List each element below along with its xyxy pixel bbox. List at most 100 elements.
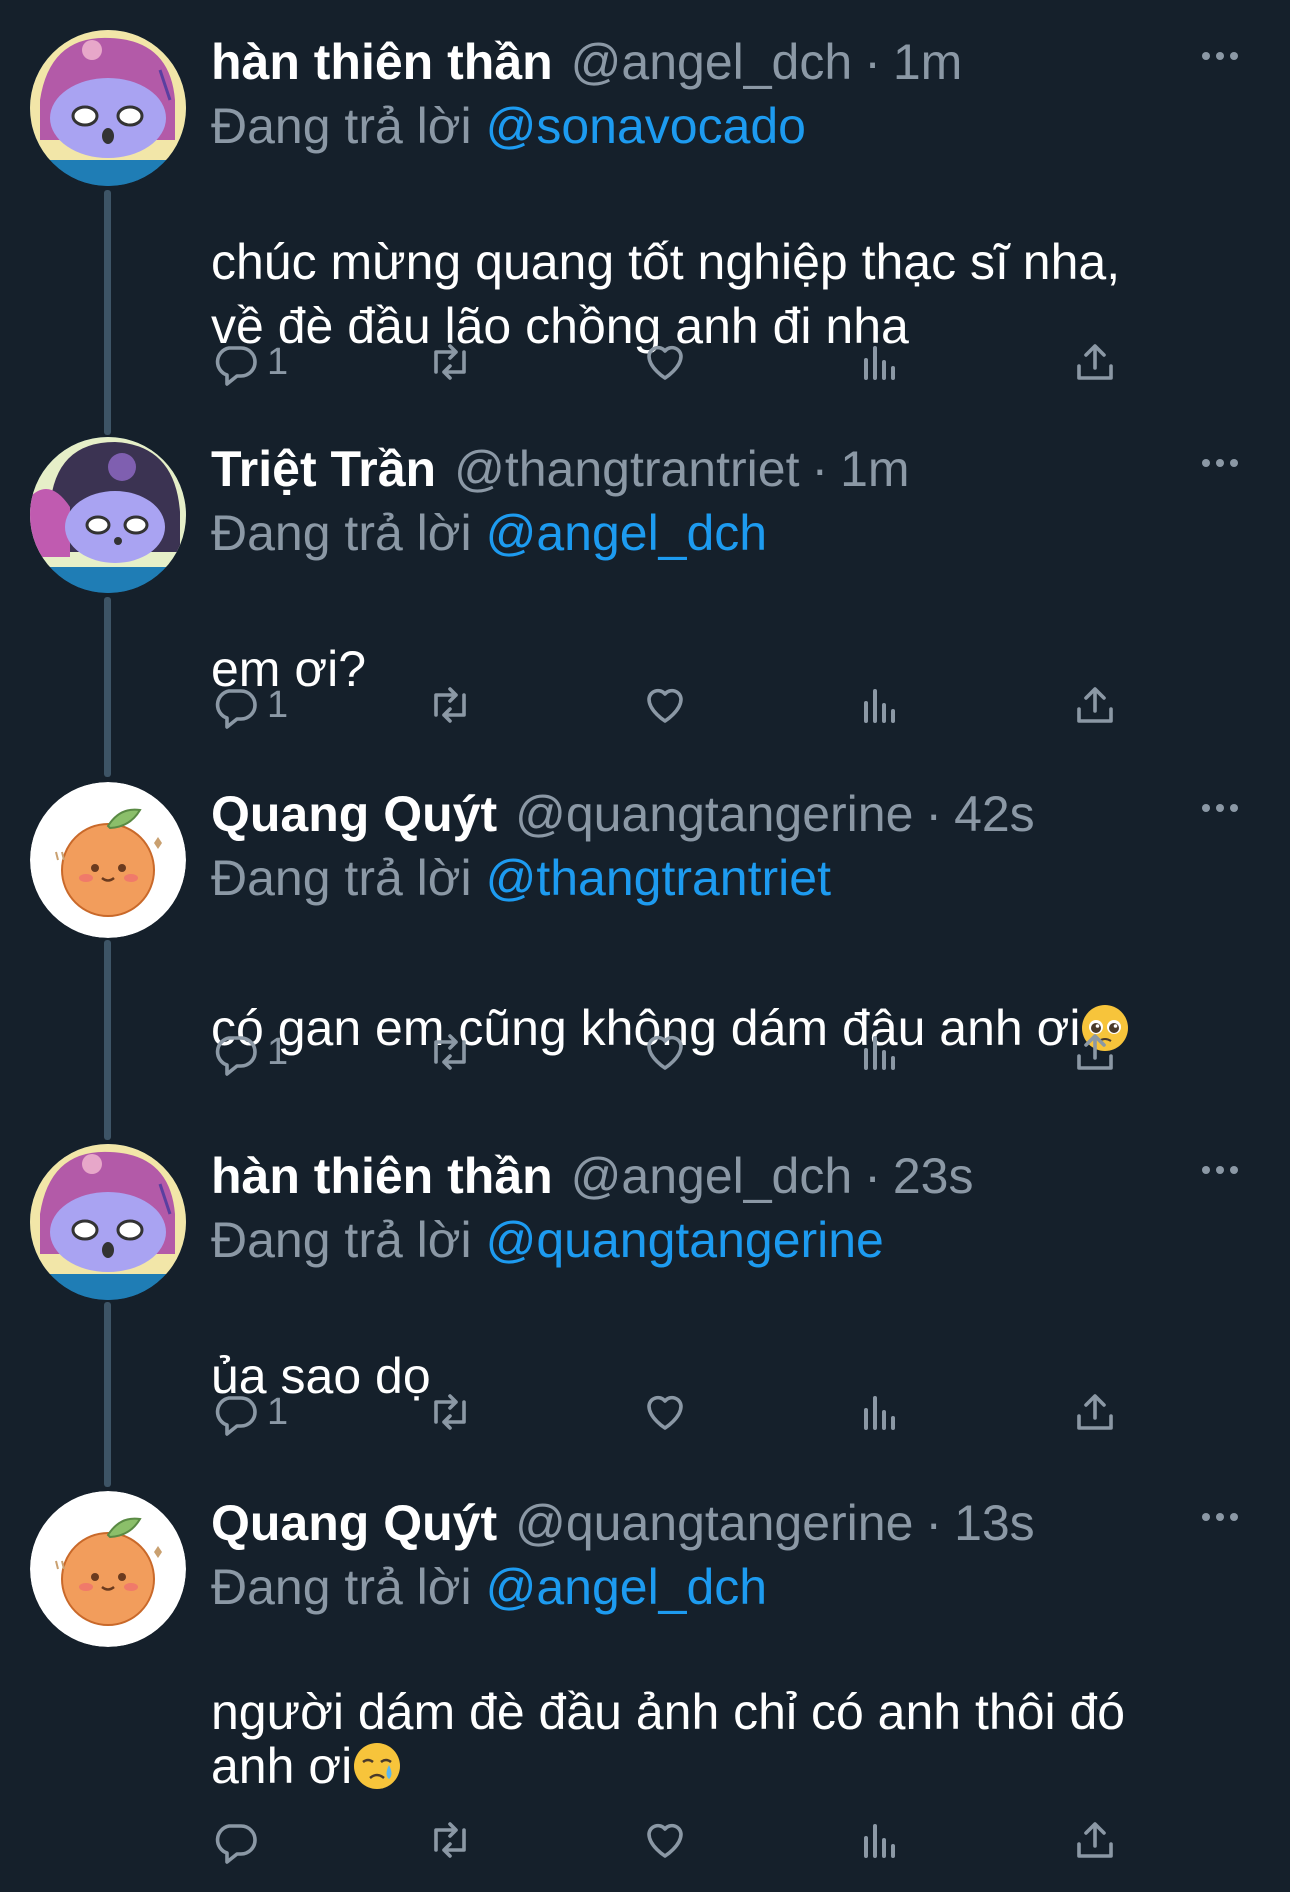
like-button[interactable] (641, 332, 856, 392)
timestamp[interactable]: 13s (954, 1491, 1035, 1555)
melody-avatar[interactable] (30, 30, 186, 186)
reply-context: Đang trả lời @thangtrantriet (211, 846, 1250, 910)
reply-count: 1 (267, 340, 289, 383)
retweet-button[interactable] (426, 332, 641, 392)
views-icon (864, 1036, 895, 1070)
timestamp[interactable]: 42s (954, 782, 1035, 846)
separator: · (864, 1148, 881, 1204)
share-icon (1077, 687, 1113, 723)
melody-avatar[interactable] (30, 1144, 186, 1300)
views-icon (864, 346, 895, 380)
thread-line (104, 1302, 111, 1487)
user-handle[interactable]: @quangtangerine (515, 782, 913, 846)
like-button[interactable] (641, 675, 856, 735)
heart-icon (647, 1035, 683, 1070)
user-handle[interactable]: @thangtrantriet (454, 437, 799, 501)
share-icon (1077, 1822, 1113, 1858)
like-button[interactable] (641, 1810, 856, 1870)
kuromi-avatar[interactable] (30, 437, 186, 593)
retweet-icon (434, 1034, 466, 1070)
views-icon (864, 1824, 895, 1858)
reply-prefix: Đang trả lời (211, 505, 472, 561)
reply-button[interactable] (211, 1810, 426, 1870)
separator: · (925, 786, 943, 842)
action-bar (211, 1810, 1131, 1870)
reply-context: Đang trả lời @quangtangerine (211, 1208, 1250, 1272)
share-button[interactable] (1071, 1022, 1131, 1082)
tweet-content: Triệt Trần @thangtrantriet · 1m Đang trả… (211, 437, 1250, 701)
tangerine-avatar[interactable] (30, 1491, 186, 1647)
timestamp[interactable]: 1m (840, 437, 909, 501)
reply-icon (215, 1036, 257, 1076)
mention-link[interactable]: @angel_dch (486, 505, 768, 561)
share-button[interactable] (1071, 675, 1131, 735)
action-bar: 1 (211, 1382, 1131, 1442)
share-button[interactable] (1071, 1382, 1131, 1442)
reply-button[interactable]: 1 (211, 1382, 426, 1442)
tweet-header: hàn thiên thần @angel_dch · 1m (211, 30, 1250, 94)
separator: · (811, 441, 829, 497)
timestamp[interactable]: 23s (893, 1144, 974, 1208)
reply-count: 1 (267, 1030, 289, 1073)
tweet-header: Quang Quýt @quangtangerine · 42s (211, 782, 1250, 846)
like-button[interactable] (641, 1022, 856, 1082)
heart-icon (647, 345, 683, 380)
views-icon (864, 1396, 895, 1430)
mention-link[interactable]: @sonavocado (486, 98, 806, 154)
tweet-header: Triệt Trần @thangtrantriet · 1m (211, 437, 1250, 501)
more-icon[interactable] (1190, 788, 1250, 828)
tangerine-avatar[interactable] (30, 782, 186, 938)
timestamp[interactable]: 1m (893, 30, 962, 94)
like-button[interactable] (641, 1382, 856, 1442)
heart-icon (647, 688, 683, 723)
reply-icon (215, 346, 257, 386)
tweet-content: Quang Quýt @quangtangerine · 42s Đang tr… (211, 782, 1250, 1060)
retweet-icon (434, 344, 466, 380)
reply-prefix: Đang trả lời (211, 1212, 472, 1268)
action-bar: 1 (211, 675, 1131, 735)
more-icon[interactable] (1190, 1150, 1250, 1190)
thread-line (104, 940, 111, 1140)
retweet-button[interactable] (426, 1810, 641, 1870)
retweet-button[interactable] (426, 1382, 641, 1442)
action-bar: 1 (211, 332, 1131, 392)
user-handle[interactable]: @angel_dch (571, 1144, 853, 1208)
more-icon[interactable] (1190, 443, 1250, 483)
mention-link[interactable]: @angel_dch (486, 1559, 768, 1615)
reply-button[interactable]: 1 (211, 332, 426, 392)
display-name[interactable]: Triệt Trần (211, 437, 436, 501)
tweet-header: hàn thiên thần @angel_dch · 23s (211, 1144, 1250, 1208)
display-name[interactable]: Quang Quýt (211, 782, 497, 846)
display-name[interactable]: hàn thiên thần (211, 30, 553, 94)
views-button[interactable] (856, 1382, 1071, 1442)
user-handle[interactable]: @angel_dch (571, 30, 853, 94)
views-button[interactable] (856, 1810, 1071, 1870)
reply-button[interactable]: 1 (211, 1022, 426, 1082)
more-icon[interactable] (1190, 36, 1250, 76)
retweet-button[interactable] (426, 675, 641, 735)
retweet-icon (434, 1822, 466, 1858)
views-button[interactable] (856, 1022, 1071, 1082)
share-button[interactable] (1071, 1810, 1131, 1870)
more-icon[interactable] (1190, 1497, 1250, 1537)
display-name[interactable]: hàn thiên thần (211, 1144, 553, 1208)
tweet-text: người dám đè đầu ảnh chỉ có anh thôi đó … (211, 1631, 1250, 1793)
tweet-header: Quang Quýt @quangtangerine · 13s (211, 1491, 1250, 1555)
display-name[interactable]: Quang Quýt (211, 1491, 497, 1555)
reply-thread: hàn thiên thần @angel_dch · 1m Đang trả … (0, 0, 1290, 1892)
views-button[interactable] (856, 332, 1071, 392)
user-handle[interactable]: @quangtangerine (515, 1491, 913, 1555)
mention-link[interactable]: @thangtrantriet (486, 850, 831, 906)
share-button[interactable] (1071, 332, 1131, 392)
reply-icon (215, 1396, 257, 1436)
crying-face-emoji (354, 1743, 401, 1789)
mention-link[interactable]: @quangtangerine (486, 1212, 884, 1268)
views-button[interactable] (856, 675, 1071, 735)
retweet-icon (434, 687, 466, 723)
tweet-text-content: người dám đè đầu ảnh chỉ có anh thôi đó … (211, 1684, 1126, 1794)
reply-button[interactable]: 1 (211, 675, 426, 735)
reply-prefix: Đang trả lời (211, 98, 472, 154)
action-bar: 1 (211, 1022, 1131, 1082)
heart-icon (647, 1395, 683, 1430)
retweet-button[interactable] (426, 1022, 641, 1082)
